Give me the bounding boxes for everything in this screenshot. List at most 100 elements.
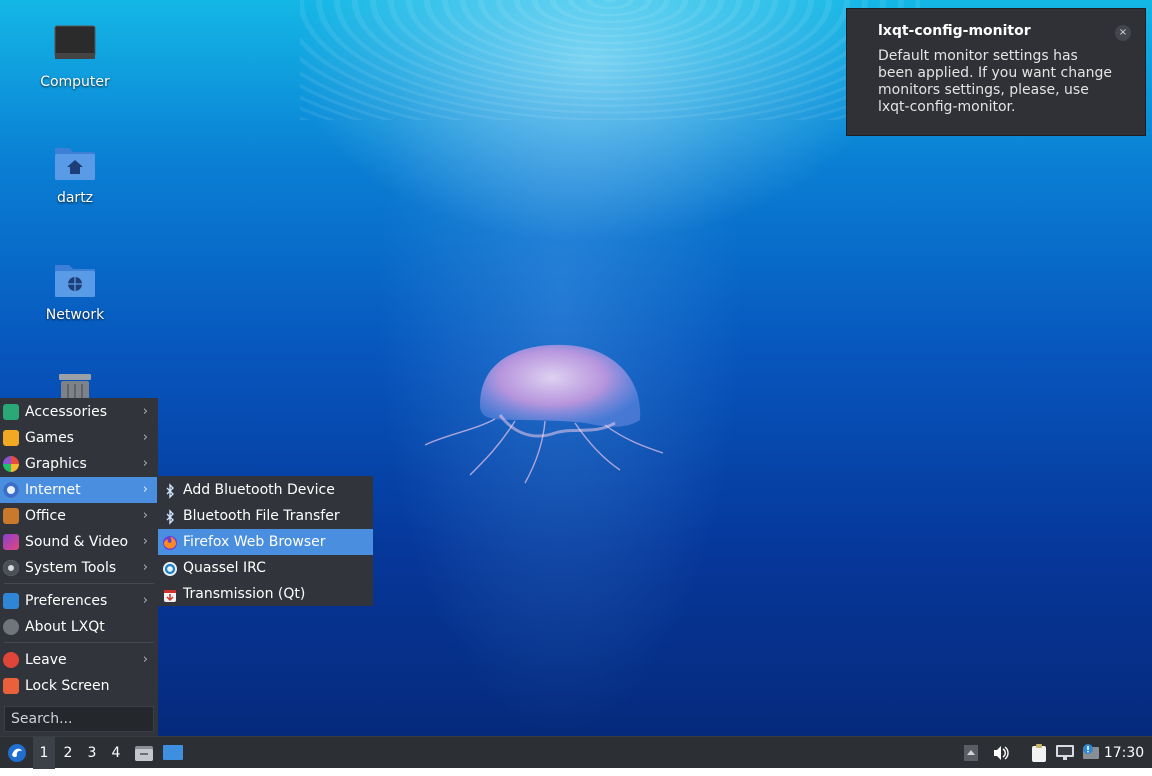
tray-expand-button[interactable] [962, 737, 980, 769]
chevron-right-icon: › [142, 404, 148, 419]
menu-item-label: About LXQt [25, 619, 105, 635]
menu-item-label: System Tools [25, 560, 117, 576]
menu-item-label: Lock Screen [25, 678, 110, 694]
desktop-icon-computer[interactable]: Computer [25, 22, 125, 90]
preferences-icon [3, 593, 19, 609]
file-manager-launcher[interactable] [133, 737, 155, 769]
notification-line: monitors settings, please, use [878, 82, 1089, 98]
submenu-item-bluetooth-file-transfer[interactable]: Bluetooth File Transfer [158, 503, 373, 529]
desktop-switch-1[interactable]: 1 [33, 737, 55, 769]
light-caustics [300, 0, 920, 120]
submenu-item-quassel-irc[interactable]: Quassel IRC [158, 555, 373, 581]
taskbar: 1 2 3 4 17:30 [0, 736, 1152, 769]
chevron-right-icon: › [142, 560, 148, 575]
quassel-icon [162, 560, 178, 576]
menu-item-lock-screen[interactable]: Lock Screen [0, 673, 157, 699]
network-folder-icon [51, 255, 99, 303]
submenu-item-add-bluetooth-device[interactable]: Add Bluetooth Device [158, 477, 373, 503]
submenu-item-firefox[interactable]: Firefox Web Browser [158, 529, 373, 555]
menu-item-label: Internet [25, 482, 81, 498]
firefox-icon [162, 534, 178, 550]
menu-item-label: Sound & Video [25, 534, 129, 550]
updates-button[interactable] [1080, 737, 1102, 769]
chevron-right-icon: › [142, 593, 148, 608]
desktop-icon-home[interactable]: dartz [25, 138, 125, 206]
clipboard-button[interactable] [1028, 737, 1050, 769]
transmission-icon [162, 586, 178, 602]
menu-item-label: Games [25, 430, 74, 446]
submenu-item-label: Quassel IRC [183, 560, 266, 576]
menu-item-sound-video[interactable]: Sound & Video › [0, 529, 157, 555]
close-icon[interactable]: × [1115, 25, 1131, 41]
chevron-right-icon: › [142, 430, 148, 445]
file-manager-icon [135, 746, 153, 761]
bluetooth-icon [162, 482, 178, 499]
chevron-right-icon: › [142, 482, 148, 497]
notification-line: Default monitor settings has [878, 48, 1078, 64]
search-input[interactable]: Search... [4, 706, 154, 732]
show-desktop-button[interactable] [161, 737, 185, 769]
desktop-icon-network[interactable]: Network [25, 255, 125, 323]
info-icon [3, 619, 19, 635]
notification-line: lxqt-config-monitor. [878, 99, 1016, 115]
desktop-icon-label: Network [45, 307, 105, 323]
notification-title: lxqt-config-monitor [878, 23, 1031, 39]
chevron-right-icon: › [142, 534, 148, 549]
menu-separator [4, 642, 154, 643]
submenu-item-label: Transmission (Qt) [183, 586, 306, 602]
chevron-right-icon: › [142, 456, 148, 471]
menu-item-label: Graphics [25, 456, 87, 472]
submenu-item-label: Add Bluetooth Device [183, 482, 335, 498]
menu-item-about[interactable]: About LXQt [0, 614, 157, 640]
internet-icon [3, 482, 19, 498]
network-button[interactable] [1054, 737, 1076, 769]
menu-item-label: Office [25, 508, 66, 524]
submenu-item-label: Bluetooth File Transfer [183, 508, 340, 524]
notification-body: Default monitor settings has been applie… [878, 48, 1127, 116]
graphics-icon [3, 456, 19, 472]
desktop-icon-label: Computer [40, 74, 110, 90]
clock[interactable]: 17:30 [1102, 737, 1146, 769]
chevron-up-icon [964, 745, 978, 761]
lxqt-logo-icon [8, 744, 26, 762]
menu-item-system-tools[interactable]: System Tools › [0, 555, 157, 581]
accessories-icon [3, 404, 19, 420]
computer-icon [51, 22, 99, 70]
trash-icon [51, 370, 99, 398]
notification-line: been applied. If you want change [878, 65, 1113, 81]
menu-item-label: Accessories [25, 404, 108, 420]
update-notifier-icon [1083, 744, 1099, 759]
clipboard-icon [1032, 744, 1046, 762]
menu-item-office[interactable]: Office › [0, 503, 157, 529]
multimedia-icon [3, 534, 19, 550]
bluetooth-icon [162, 508, 178, 525]
submenu-item-transmission[interactable]: Transmission (Qt) [158, 581, 373, 607]
menu-item-internet[interactable]: Internet › [0, 477, 157, 503]
desktop-icon-label: dartz [56, 190, 94, 206]
submenu-item-label: Firefox Web Browser [183, 534, 326, 550]
jellyfish-image [425, 344, 664, 484]
office-icon [3, 508, 19, 524]
menu-item-graphics[interactable]: Graphics › [0, 451, 157, 477]
menu-item-leave[interactable]: Leave › [0, 647, 157, 673]
desktop-switch-4[interactable]: 4 [105, 737, 127, 769]
chevron-right-icon: › [142, 652, 148, 667]
network-wired-icon [1056, 745, 1074, 760]
lock-icon [3, 678, 19, 694]
chevron-right-icon: › [142, 508, 148, 523]
menu-item-preferences[interactable]: Preferences › [0, 588, 157, 614]
notification-popup[interactable]: lxqt-config-monitor Default monitor sett… [846, 8, 1146, 136]
desktop-switch-3[interactable]: 3 [81, 737, 103, 769]
volume-icon [994, 746, 1009, 760]
system-tools-icon [3, 560, 19, 576]
menu-separator [4, 583, 154, 584]
start-menu-button[interactable] [4, 737, 30, 769]
games-icon [3, 430, 19, 446]
volume-button[interactable] [990, 737, 1012, 769]
application-menu: Accessories › Games › Graphics › Interne… [0, 398, 158, 736]
menu-item-games[interactable]: Games › [0, 425, 157, 451]
desktop-switch-2[interactable]: 2 [57, 737, 79, 769]
menu-item-accessories[interactable]: Accessories › [0, 399, 157, 425]
menu-item-label: Preferences [25, 593, 108, 609]
show-desktop-icon [163, 745, 183, 760]
